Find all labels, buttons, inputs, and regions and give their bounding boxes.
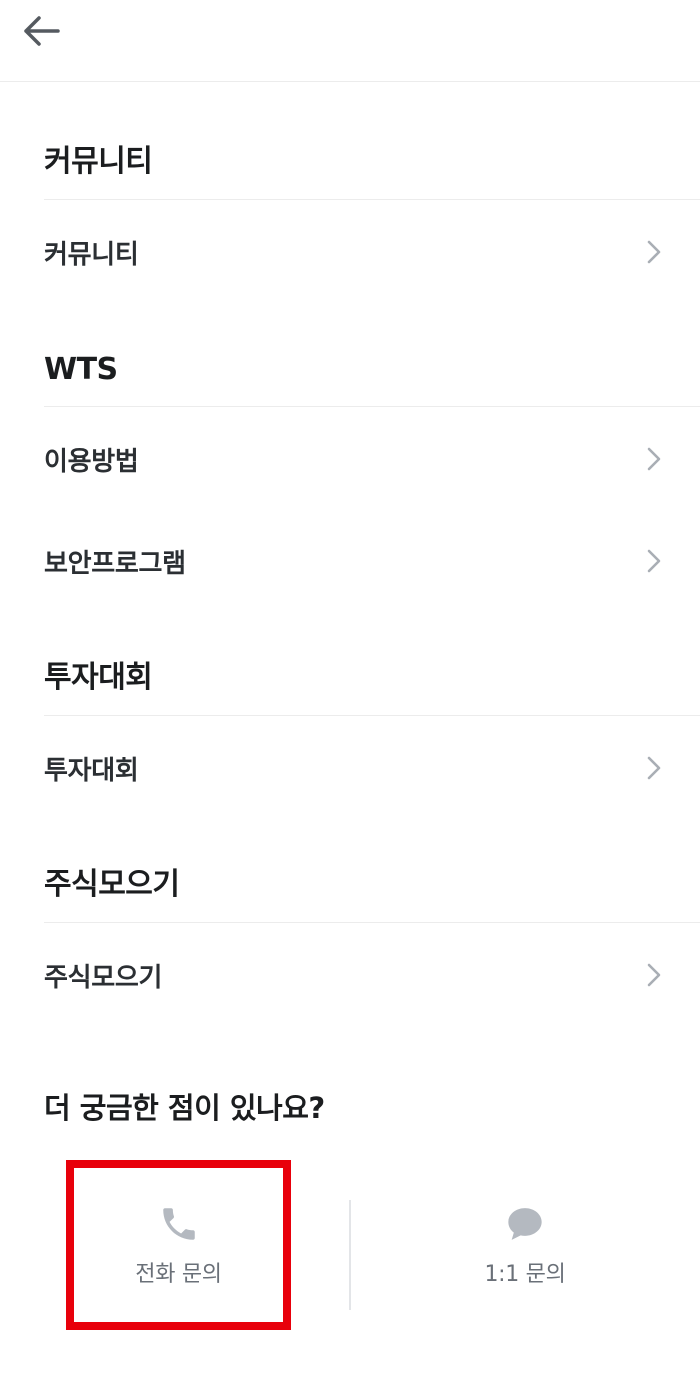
section-title-investment-contest: 투자대회 [44,660,153,695]
menu-item-how-to-use[interactable]: 이용방법 [44,429,664,489]
menu-item-investment-contest[interactable]: 투자대회 [44,738,664,798]
chat-bubble-icon [503,1202,547,1246]
one-on-one-inquiry-button[interactable]: 1:1 문의 [400,1160,650,1330]
contact-options: 전화 문의 1:1 문의 [0,1160,700,1330]
chevron-right-icon [644,238,664,266]
section-divider [44,715,700,716]
chevron-right-icon [644,547,664,575]
phone-inquiry-label: 전화 문의 [135,1262,222,1287]
chevron-right-icon [644,754,664,782]
menu-item-label: 이용방법 [44,446,139,477]
top-bar [0,0,700,82]
help-question-heading: 더 궁금한 점이 있나요? [44,1091,325,1125]
phone-icon [157,1202,201,1246]
arrow-left-icon [22,15,60,51]
section-divider [44,199,700,200]
one-on-one-inquiry-label: 1:1 문의 [484,1262,566,1287]
section-title-stock-collecting: 주식모으기 [44,867,180,902]
menu-item-label: 커뮤니티 [44,239,139,270]
contact-divider [349,1200,351,1310]
chevron-right-icon [644,961,664,989]
menu-item-label: 보안프로그램 [44,548,186,579]
section-title-wts: WTS [44,352,118,387]
menu-item-community[interactable]: 커뮤니티 [44,222,664,282]
section-divider [44,922,700,923]
menu-item-stock-collecting[interactable]: 주식모으기 [44,945,664,1005]
menu-item-security-program[interactable]: 보안프로그램 [44,531,664,591]
section-title-community: 커뮤니티 [44,144,153,179]
back-button[interactable] [22,10,82,56]
chevron-right-icon [644,445,664,473]
menu-item-label: 투자대회 [44,755,139,786]
phone-inquiry-button[interactable]: 전화 문의 [66,1160,291,1330]
menu-item-label: 주식모으기 [44,962,163,993]
section-divider [44,406,700,407]
